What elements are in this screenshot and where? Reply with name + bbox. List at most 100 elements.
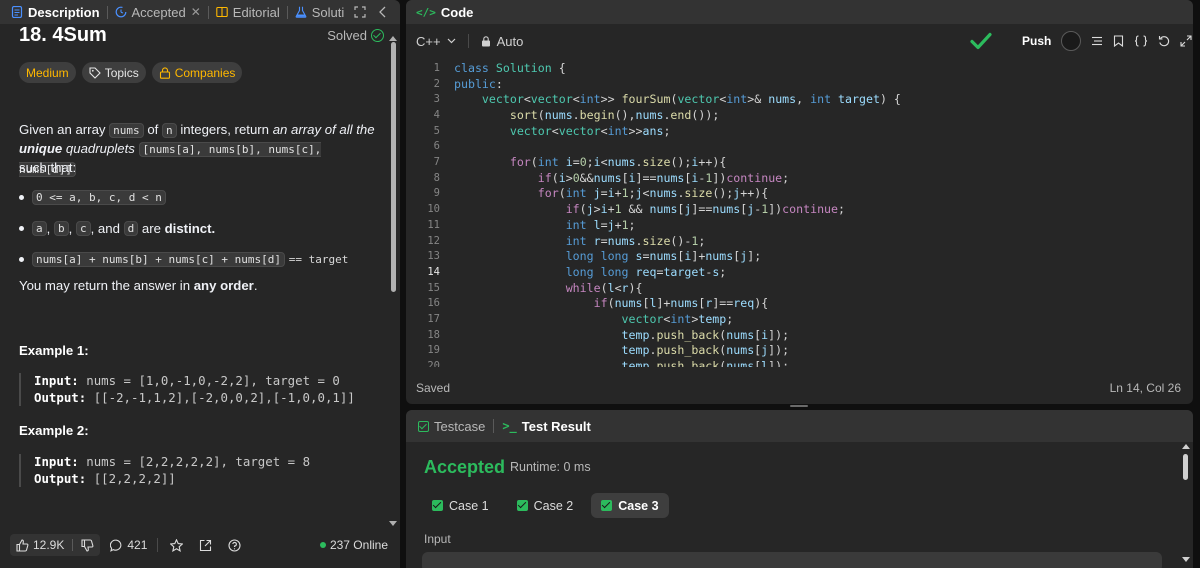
list-text: and bbox=[97, 220, 120, 236]
inline-code: nums[a] + nums[b] + nums[c] + nums[d] bbox=[32, 251, 286, 267]
cursor-position: Ln 14, Col 26 bbox=[1109, 381, 1181, 395]
external-link-icon bbox=[200, 539, 212, 551]
flask-icon bbox=[295, 6, 307, 18]
case-label: Case 1 bbox=[449, 498, 489, 513]
share-button[interactable] bbox=[199, 539, 212, 552]
companies-label: Companies bbox=[174, 65, 236, 80]
example-2-heading: Example 2: bbox=[19, 423, 89, 438]
note-text: . bbox=[253, 278, 258, 293]
like-button[interactable]: 12.9K bbox=[10, 534, 101, 556]
help-button[interactable] bbox=[228, 538, 241, 552]
list-text: are bbox=[141, 220, 161, 236]
tab-accepted[interactable]: Accepted ✕ bbox=[110, 0, 206, 24]
language-select[interactable]: C++ bbox=[416, 34, 456, 49]
problem-badges: Medium Topics Companies bbox=[19, 62, 243, 83]
github-avatar[interactable] bbox=[1061, 31, 1082, 51]
desc-text: such that: bbox=[19, 160, 77, 175]
favorite-button[interactable] bbox=[170, 538, 184, 552]
scroll-down-arrow[interactable] bbox=[1182, 557, 1190, 562]
scroll-up-arrow[interactable] bbox=[389, 36, 397, 41]
expand-icon[interactable] bbox=[1180, 35, 1192, 47]
code-line[interactable]: 2 public: bbox=[406, 76, 1176, 92]
panel-resize-handle[interactable] bbox=[790, 405, 808, 407]
case-3-tab[interactable]: Case 3 bbox=[591, 493, 669, 518]
chevron-down-icon bbox=[447, 38, 456, 44]
input-label: Input bbox=[424, 532, 451, 546]
tag-icon bbox=[89, 66, 101, 79]
desc-emphasis: an array of all the bbox=[272, 122, 375, 137]
auto-mode-toggle[interactable]: Auto bbox=[481, 34, 523, 49]
problem-tabs: Description Accepted ✕ Editorial Soluti bbox=[0, 0, 400, 24]
code-line[interactable]: 6 bbox=[406, 139, 1176, 155]
code-line[interactable]: 12 int r=nums.size()-1; bbox=[406, 233, 1176, 249]
code-line[interactable]: 17 vector<int>temp; bbox=[406, 311, 1176, 327]
description-scrollbar[interactable] bbox=[388, 36, 398, 526]
companies-button[interactable]: Companies bbox=[151, 62, 243, 83]
code-line[interactable]: 4 sort(nums.begin(),nums.end()); bbox=[406, 107, 1176, 123]
inline-code: 0 <= a, b, c, d < n bbox=[32, 189, 166, 205]
window-edge bbox=[1193, 0, 1200, 568]
case-2-tab[interactable]: Case 2 bbox=[507, 493, 584, 518]
topics-button[interactable]: Topics bbox=[81, 62, 146, 83]
comments-button[interactable]: 421 bbox=[110, 538, 147, 552]
online-count: 237 Online bbox=[319, 538, 388, 552]
list-bold: distinct. bbox=[164, 220, 216, 236]
tab-separator bbox=[286, 5, 288, 19]
tab-testcase[interactable]: Testcase bbox=[418, 419, 485, 434]
code-line[interactable]: 19 temp.push_back(nums[j]); bbox=[406, 343, 1176, 359]
code-line[interactable]: 18 temp.push_back(nums[i]); bbox=[406, 327, 1176, 343]
scroll-down-arrow[interactable] bbox=[389, 521, 397, 526]
code-editor[interactable]: 1 class Solution {2 public: 3 vector<vector… bbox=[406, 60, 1193, 367]
tab-solutions-label: Soluti bbox=[311, 4, 345, 20]
line-number: 6 bbox=[433, 140, 440, 153]
tab-test-result-label: Test Result bbox=[521, 418, 591, 434]
code-line[interactable]: 14 long long req=target-s; bbox=[406, 264, 1176, 280]
checkmark-icon bbox=[970, 32, 992, 50]
example-input: nums = [1,0,-1,0,-2,2], target = 0 bbox=[86, 373, 340, 388]
line-number: 14 bbox=[427, 265, 440, 278]
scroll-up-arrow[interactable] bbox=[1182, 444, 1190, 449]
scroll-thumb[interactable] bbox=[1183, 454, 1188, 480]
format-lines-icon[interactable] bbox=[1091, 35, 1103, 47]
code-line[interactable]: 16 if(nums[l]+nums[r]==req){ bbox=[406, 296, 1176, 312]
code-text: for(int j=i+1;j<nums.size();j++){ bbox=[537, 186, 769, 201]
code-line[interactable]: 10 if(j>i+1 && nums[j]==nums[j-1])contin… bbox=[406, 201, 1176, 217]
code-text: int r=nums.size()-1; bbox=[565, 233, 706, 248]
close-icon[interactable]: ✕ bbox=[191, 5, 201, 19]
code-line[interactable]: 8 if(i>0&&nums[i]==nums[i-1])continue; bbox=[406, 170, 1176, 186]
like-count: 12.9K bbox=[33, 538, 65, 552]
chevron-left-icon[interactable] bbox=[378, 6, 388, 18]
maximize-icon[interactable] bbox=[354, 6, 366, 18]
code-line[interactable]: 3 vector<vector<int>> fourSum(vector<int… bbox=[406, 91, 1176, 107]
lock-icon bbox=[159, 66, 170, 79]
bookmark-icon[interactable] bbox=[1113, 35, 1124, 47]
braces-icon[interactable] bbox=[1134, 35, 1148, 47]
example-input: nums = [2,2,2,2,2], target = 8 bbox=[86, 454, 311, 469]
problem-footer: 12.9K 421 237 Online bbox=[0, 528, 400, 562]
code-line[interactable]: 1 class Solution { bbox=[406, 60, 1176, 76]
thumbs-down-icon[interactable] bbox=[81, 538, 94, 552]
example-1-heading: Example 1: bbox=[19, 343, 89, 358]
code-line[interactable]: 7 for(int i=0;i<nums.size();i++){ bbox=[406, 154, 1176, 170]
code-panel-header: </> Code bbox=[406, 0, 1193, 24]
push-button[interactable]: Push bbox=[1022, 34, 1051, 48]
tab-test-result[interactable]: >_ Test Result bbox=[502, 419, 591, 434]
result-scrollbar[interactable] bbox=[1180, 444, 1192, 562]
tab-editorial[interactable]: Editorial bbox=[211, 0, 285, 24]
desc-emphasis: quadruplets bbox=[65, 141, 135, 156]
code-line[interactable]: 11 int l=j+1; bbox=[406, 217, 1176, 233]
code-line[interactable]: 5 vector<vector<int>>ans; bbox=[406, 123, 1176, 139]
code-line[interactable]: 20 temp.push_back(nums[l]); bbox=[406, 358, 1176, 367]
tab-editorial-label: Editorial bbox=[232, 4, 280, 20]
code-line[interactable]: 15 while(l<r){ bbox=[406, 280, 1176, 296]
tab-solutions[interactable]: Soluti bbox=[290, 0, 350, 24]
code-text: if(i>0&&nums[i]==nums[i-1])continue; bbox=[537, 170, 790, 185]
case-1-tab[interactable]: Case 1 bbox=[422, 493, 499, 518]
code-line[interactable]: 13 long long s=nums[i]+nums[j]; bbox=[406, 248, 1176, 264]
tab-description[interactable]: Description bbox=[6, 0, 105, 24]
reset-icon[interactable] bbox=[1158, 35, 1170, 47]
example-1-block: Input: nums = [1,0,-1,0,-2,2], target = … bbox=[19, 373, 381, 406]
code-line[interactable]: 9 for(int j=i+1;j<nums.size();j++){ bbox=[406, 186, 1176, 202]
scroll-thumb[interactable] bbox=[391, 42, 396, 292]
line-number: 4 bbox=[433, 108, 440, 121]
